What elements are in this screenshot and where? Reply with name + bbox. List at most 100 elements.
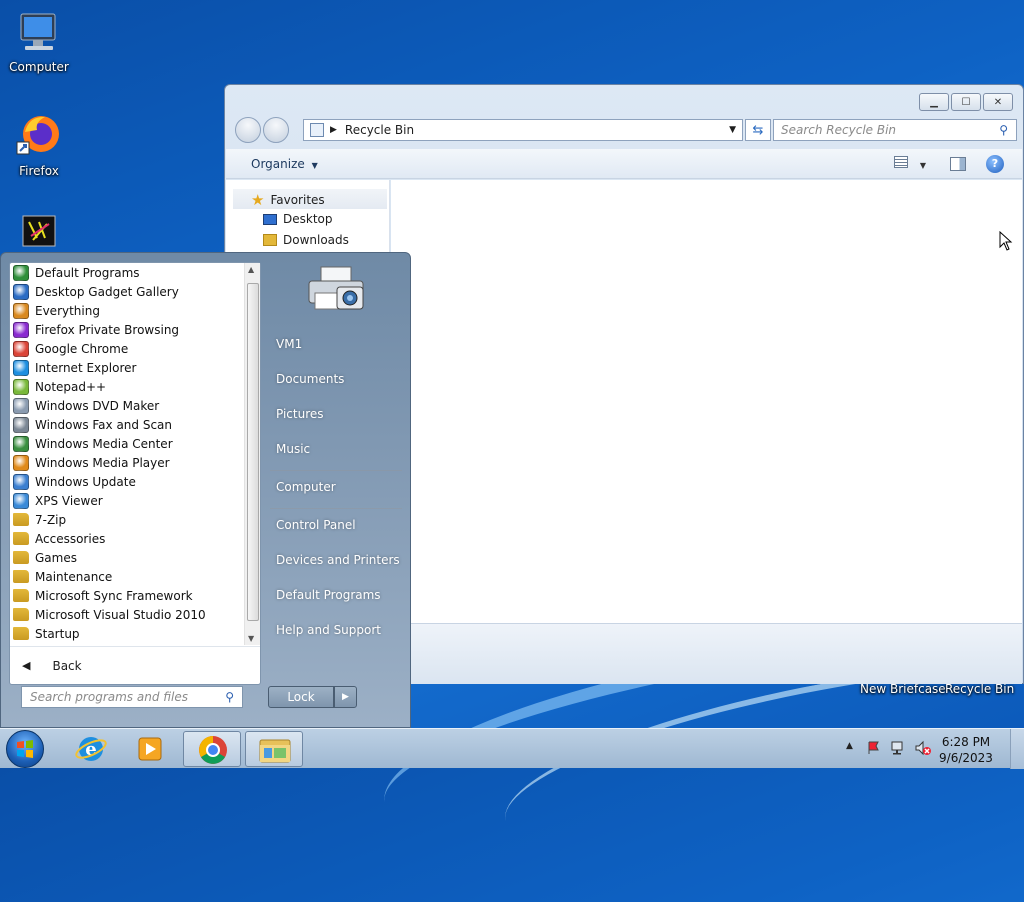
recycle-bin-icon [310, 123, 324, 137]
program-item[interactable]: Windows Media Center [10, 434, 244, 453]
address-bar[interactable]: ▶ Recycle Bin ▼ [303, 119, 743, 141]
refresh-icon: ⇆ [752, 122, 764, 138]
desktop-icon-new-briefcase[interactable]: New Briefcase [860, 682, 946, 696]
preview-pane-button[interactable] [950, 157, 966, 171]
program-label: Everything [35, 303, 100, 318]
back-nav-button[interactable] [235, 117, 261, 143]
address-dropdown-icon[interactable]: ▼ [729, 125, 736, 135]
program-label: Windows Media Player [35, 455, 170, 470]
taskbar-windows-explorer[interactable] [245, 731, 303, 767]
start-separator [270, 470, 402, 471]
star-icon: ★ [251, 191, 265, 209]
start-right-item[interactable]: Devices and Printers [276, 553, 400, 567]
nav-item-downloads[interactable]: Downloads [263, 233, 349, 247]
program-item[interactable]: Startup [10, 624, 244, 643]
program-item[interactable]: Games [10, 548, 244, 567]
nav-item-desktop[interactable]: Desktop [263, 212, 333, 226]
program-item[interactable]: 7-Zip [10, 510, 244, 529]
volume-muted-icon[interactable] [914, 740, 932, 756]
start-search-input[interactable]: Search programs and files ⚲ [21, 686, 243, 708]
view-options-button[interactable]: ▼ [894, 156, 932, 172]
program-label: Windows Fax and Scan [35, 417, 173, 432]
close-button[interactable]: ✕ [983, 93, 1013, 111]
program-item[interactable]: Microsoft Visual Studio 2010 [10, 605, 244, 624]
program-label: Google Chrome [35, 341, 129, 356]
program-item[interactable]: Notepad++ [10, 377, 244, 396]
folder-icon [13, 589, 29, 602]
shutdown-options-button[interactable]: ▶ [334, 686, 357, 708]
program-item[interactable]: Desktop Gadget Gallery [10, 282, 244, 301]
organize-label: Organize [251, 157, 305, 171]
program-item[interactable]: Windows Fax and Scan [10, 415, 244, 434]
programs-scrollbar[interactable]: ▲ ▼ [244, 263, 260, 645]
maximize-button[interactable]: ☐ [951, 93, 981, 111]
refresh-button[interactable]: ⇆ [745, 119, 771, 141]
folder-icon [13, 570, 29, 583]
program-item[interactable]: Windows Media Player [10, 453, 244, 472]
forward-nav-button[interactable] [263, 117, 289, 143]
folder-icon [13, 608, 29, 621]
program-item[interactable]: Everything [10, 301, 244, 320]
firefox-private-icon [13, 321, 29, 338]
program-label: Windows Media Center [35, 436, 173, 451]
organize-button[interactable]: Organize ▼ [251, 157, 318, 171]
taskbar-media-player[interactable] [122, 731, 180, 767]
program-label: Firefox Private Browsing [35, 322, 180, 337]
start-button[interactable] [6, 730, 44, 768]
mouse-cursor-icon [999, 230, 1013, 254]
computer-icon [15, 8, 63, 56]
start-right-item[interactable]: Documents [276, 372, 344, 386]
scroll-up-icon[interactable]: ▲ [248, 265, 254, 274]
lock-button[interactable]: Lock [268, 686, 334, 708]
program-item[interactable]: Maintenance [10, 567, 244, 586]
scrollbar-thumb[interactable] [247, 283, 259, 621]
program-item[interactable]: Internet Explorer [10, 358, 244, 377]
desktop-icon-recycle-bin[interactable]: Recycle Bin [945, 682, 1014, 696]
taskbar-internet-explorer[interactable]: e [62, 731, 120, 767]
minimize-button[interactable]: ▁ [919, 93, 949, 111]
start-right-item[interactable]: Default Programs [276, 588, 381, 602]
desktop-icon-computer[interactable]: Computer [1, 8, 77, 74]
search-icon: ⚲ [225, 690, 234, 704]
program-label: Microsoft Visual Studio 2010 [35, 607, 206, 622]
start-right-item[interactable]: VM1 [276, 337, 302, 351]
program-item[interactable]: Windows DVD Maker [10, 396, 244, 415]
program-item[interactable]: Microsoft Sync Framework [10, 586, 244, 605]
start-right-item[interactable]: Music [276, 442, 310, 456]
action-center-icon[interactable] [866, 740, 882, 756]
start-right-item[interactable]: Pictures [276, 407, 324, 421]
program-item[interactable]: XPS Viewer [10, 491, 244, 510]
devices-printers-picture-icon [303, 263, 369, 317]
address-text: Recycle Bin [344, 123, 415, 137]
nav-favorites[interactable]: ★ Favorites [251, 191, 325, 209]
search-input[interactable]: Search Recycle Bin ⚲ [773, 119, 1017, 141]
start-right-item[interactable]: Help and Support [276, 623, 381, 637]
breadcrumb-arrow-icon: ▶ [330, 125, 337, 135]
maximize-icon: ☐ [961, 96, 971, 108]
nav-item-label: Desktop [283, 212, 333, 226]
desktop-icon [263, 213, 277, 225]
taskbar-clock[interactable]: 6:28 PM 9/6/2023 [936, 734, 996, 766]
show-hidden-icons-button[interactable]: ▲ [846, 741, 853, 751]
program-item[interactable]: Windows Update [10, 472, 244, 491]
start-right-item[interactable]: Computer [276, 480, 336, 494]
program-item[interactable]: Firefox Private Browsing [10, 320, 244, 339]
program-item[interactable]: Google Chrome [10, 339, 244, 358]
help-icon: ? [991, 157, 999, 170]
back-button[interactable]: ◀ Back [10, 646, 260, 684]
scroll-down-icon[interactable]: ▼ [248, 634, 254, 643]
program-item[interactable]: Accessories [10, 529, 244, 548]
desktop-icon-firefox[interactable]: Firefox [1, 112, 77, 178]
program-item[interactable]: Default Programs [10, 263, 244, 282]
chevron-down-icon: ▼ [919, 161, 926, 170]
file-list-area[interactable] [391, 180, 1022, 623]
show-desktop-button[interactable] [1010, 729, 1024, 769]
program-label: Notepad++ [35, 379, 107, 394]
start-menu: Default Programs Desktop Gadget Gallery Ev… [0, 252, 411, 728]
taskbar-google-chrome[interactable] [183, 731, 241, 767]
back-arrow-icon: ◀ [22, 659, 31, 672]
search-placeholder: Search Recycle Bin [781, 123, 897, 137]
start-right-item[interactable]: Control Panel [276, 518, 356, 532]
network-icon[interactable] [890, 740, 908, 756]
help-button[interactable]: ? [986, 155, 1004, 173]
